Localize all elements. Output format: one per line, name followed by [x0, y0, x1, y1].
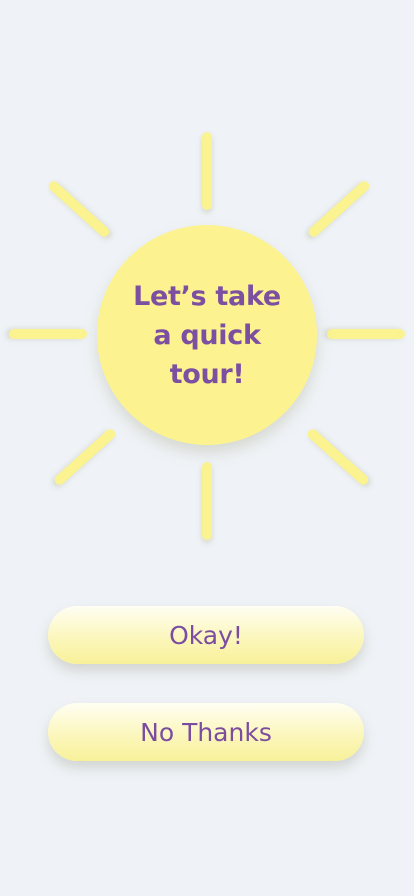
sun-ray-bottom-left	[52, 427, 118, 487]
sun-circle: Let’s take a quick tour!	[97, 225, 317, 445]
sun-ray-top-left	[46, 179, 112, 239]
sun-ray-top-right	[306, 179, 372, 239]
tour-headline: Let’s take a quick tour!	[133, 280, 281, 390]
sun-ray-top	[202, 132, 212, 210]
sun-ray-left	[9, 329, 87, 339]
okay-button[interactable]: Okay!	[48, 606, 364, 664]
sun-icon: Let’s take a quick tour!	[0, 120, 414, 550]
sun-ray-bottom-right	[305, 427, 371, 487]
sun-ray-right	[327, 329, 405, 339]
no-thanks-button[interactable]: No Thanks	[48, 703, 364, 761]
sun-ray-bottom	[202, 462, 212, 540]
